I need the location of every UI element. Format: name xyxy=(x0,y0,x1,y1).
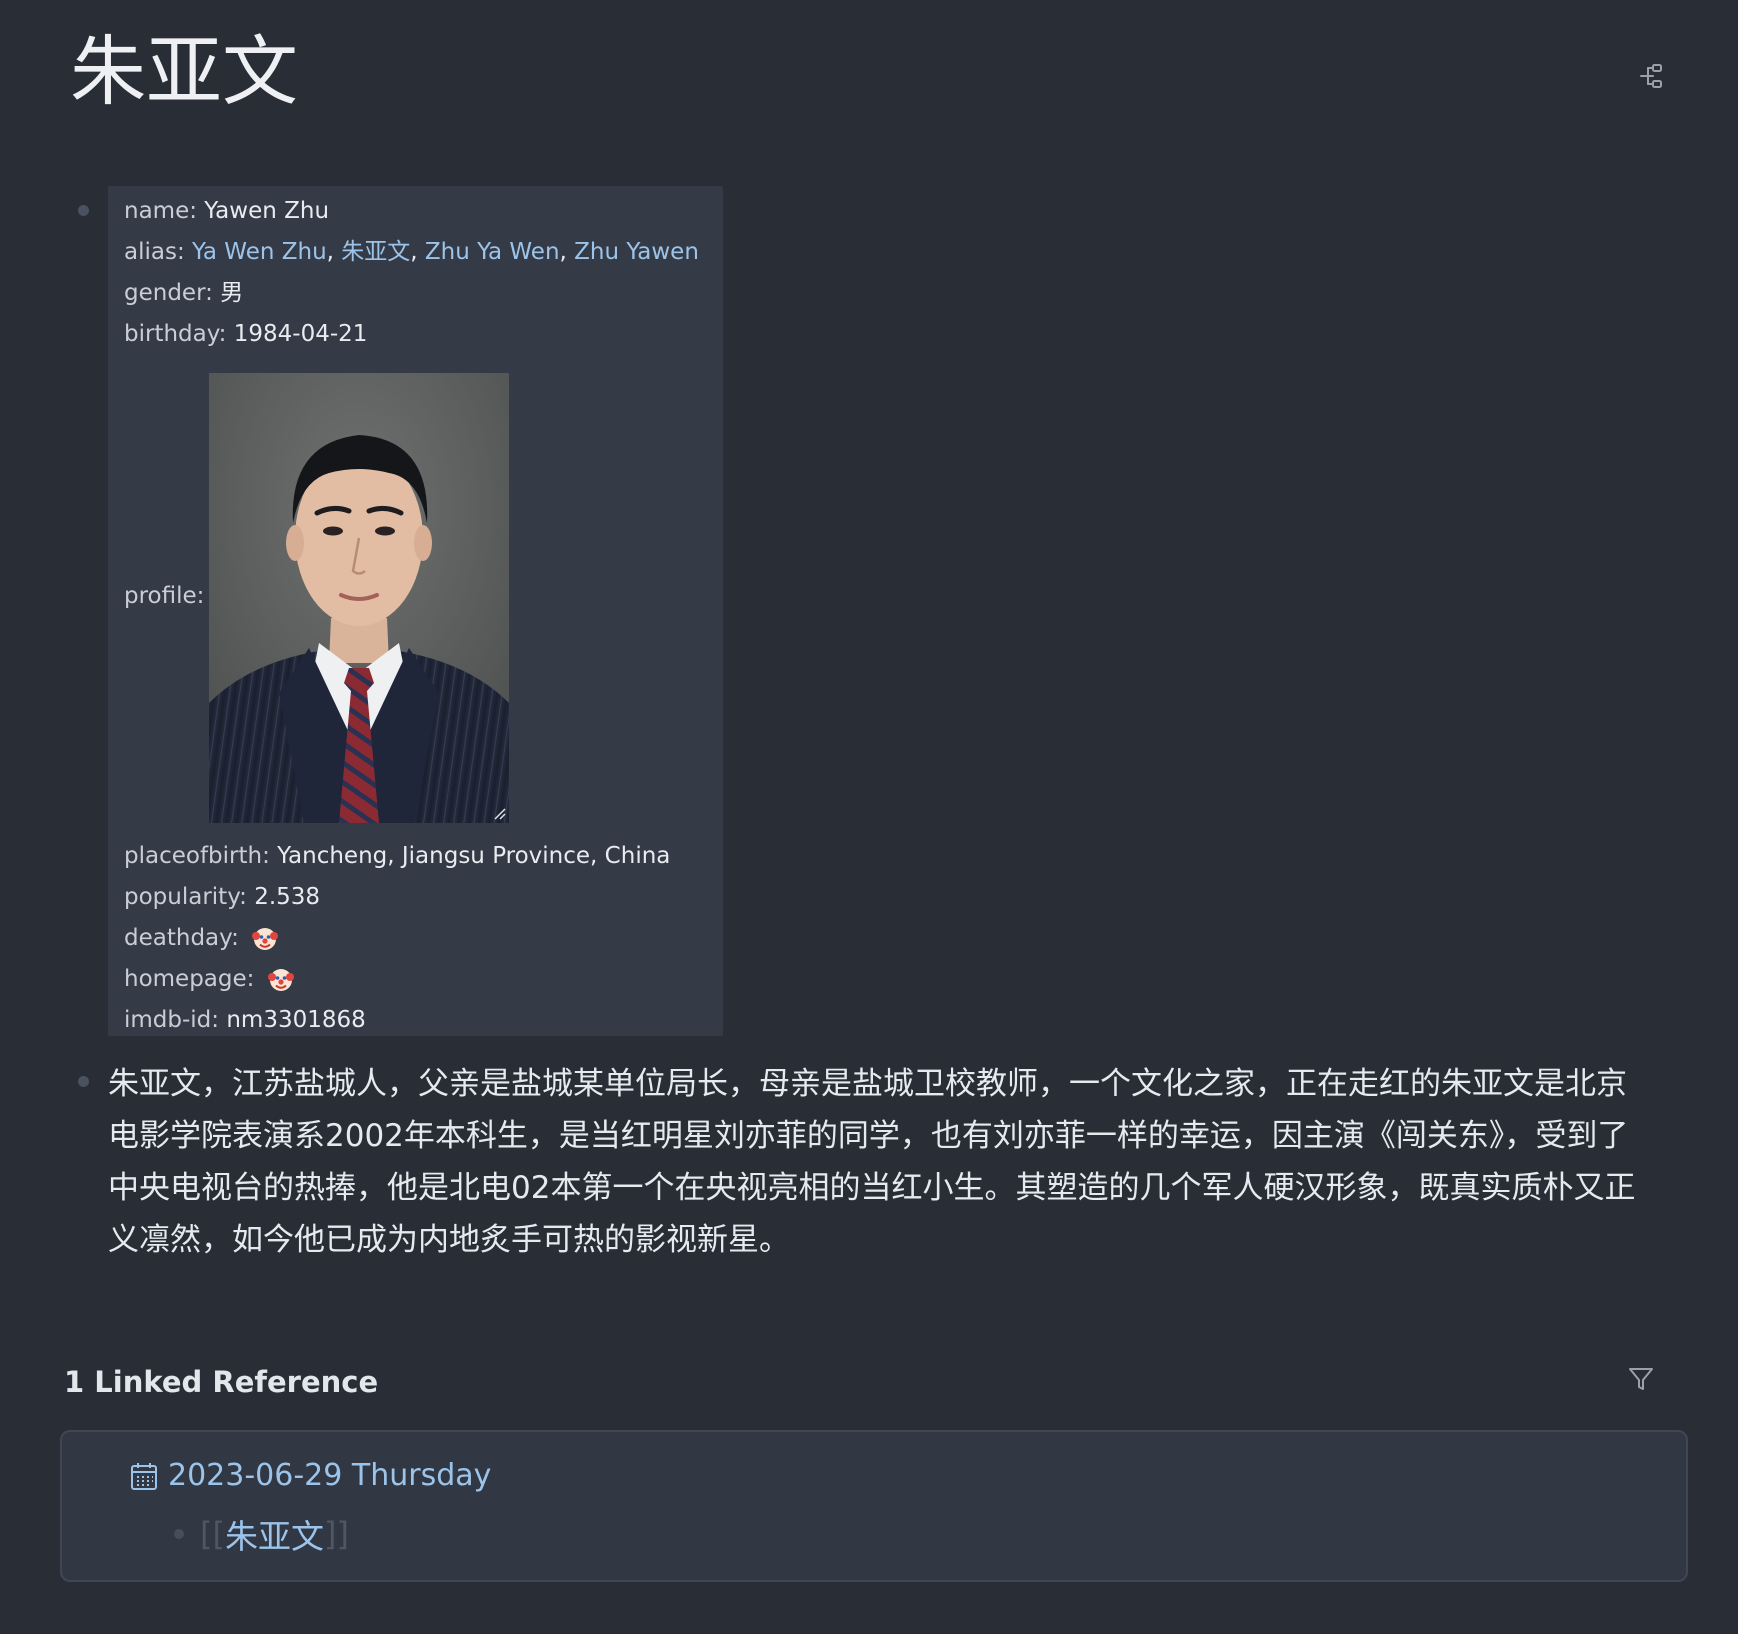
alias-link[interactable]: Zhu Ya Wen xyxy=(425,239,560,265)
prop-deathday-key: deathday: xyxy=(124,925,239,951)
prop-deathday: deathday: xyxy=(124,923,279,953)
prop-alias: alias: Ya Wen Zhu, 朱亚文, Zhu Ya Wen, Zhu … xyxy=(124,237,699,267)
prop-name-key: name: xyxy=(124,198,197,224)
filter-button[interactable] xyxy=(1624,1362,1658,1396)
prop-homepage: homepage: xyxy=(124,964,294,994)
profile-photo[interactable] xyxy=(209,373,509,823)
reference-bullet[interactable] xyxy=(174,1529,184,1539)
image-resize-handle[interactable] xyxy=(493,807,507,821)
prop-gender-key: gender: xyxy=(124,280,213,306)
alias-separator: , xyxy=(410,239,418,265)
prop-name-value: Yawen Zhu xyxy=(204,198,330,224)
page-outline-button[interactable] xyxy=(1636,60,1668,92)
prop-popularity-value: 2.538 xyxy=(254,884,321,910)
prop-placeofbirth-key: placeofbirth: xyxy=(124,843,270,869)
prop-gender: gender: 男 xyxy=(124,278,243,308)
prop-placeofbirth-value: Yancheng, Jiangsu Province, China xyxy=(277,843,671,869)
prop-gender-value: 男 xyxy=(220,280,244,306)
bio-paragraph[interactable]: 朱亚文，江苏盐城人，父亲是盐城某单位局长，母亲是盐城卫校教师，一个文化之家，正在… xyxy=(108,1058,1648,1266)
properties-block[interactable]: name: Yawen Zhu alias: Ya Wen Zhu, 朱亚文, … xyxy=(108,186,723,1036)
reference-page-link[interactable]: 2023-06-29 Thursday xyxy=(130,1458,491,1493)
bracket-close: ]] xyxy=(323,1515,349,1553)
prop-birthday: birthday: 1984-04-21 xyxy=(124,319,367,349)
reference-date-label: 2023-06-29 Thursday xyxy=(168,1458,492,1493)
clown-face-icon xyxy=(267,968,294,991)
page-title[interactable]: 朱亚文 xyxy=(70,30,298,114)
prop-birthday-key: birthday: xyxy=(124,321,227,347)
alias-separator: , xyxy=(326,239,334,265)
linked-references-header[interactable]: 1 Linked Reference xyxy=(64,1365,378,1399)
prop-profile: profile: xyxy=(124,581,204,611)
prop-alias-key: alias: xyxy=(124,239,185,265)
linked-reference-card: 2023-06-29 Thursday [[ 朱亚文 ]] xyxy=(60,1430,1688,1582)
clown-face-icon xyxy=(252,927,279,950)
prop-homepage-key: homepage: xyxy=(124,966,255,992)
calendar-icon xyxy=(131,1462,157,1490)
reference-block: [[ 朱亚文 ]] xyxy=(174,1510,349,1558)
prop-imdb-id-key: imdb-id: xyxy=(124,1007,220,1033)
reference-link[interactable]: 朱亚文 xyxy=(225,1510,324,1558)
block-bullet[interactable] xyxy=(78,205,89,216)
alias-separator: , xyxy=(559,239,567,265)
prop-placeofbirth: placeofbirth: Yancheng, Jiangsu Province… xyxy=(124,841,670,871)
filter-icon xyxy=(1629,1368,1653,1390)
prop-birthday-value: 1984-04-21 xyxy=(233,321,368,347)
prop-name: name: Yawen Zhu xyxy=(124,196,329,226)
block-bullet[interactable] xyxy=(78,1076,89,1087)
prop-profile-key: profile: xyxy=(124,583,205,609)
outline-tree-icon xyxy=(1640,64,1662,88)
alias-link[interactable]: 朱亚文 xyxy=(341,239,410,265)
alias-link[interactable]: Ya Wen Zhu xyxy=(192,239,327,265)
alias-link[interactable]: Zhu Yawen xyxy=(574,239,699,265)
bracket-open: [[ xyxy=(200,1515,225,1553)
prop-imdb-id-value: nm3301868 xyxy=(226,1007,366,1033)
prop-popularity-key: popularity: xyxy=(124,884,247,910)
prop-popularity: popularity: 2.538 xyxy=(124,882,320,912)
prop-imdb-id: imdb-id: nm3301868 xyxy=(124,1005,366,1035)
